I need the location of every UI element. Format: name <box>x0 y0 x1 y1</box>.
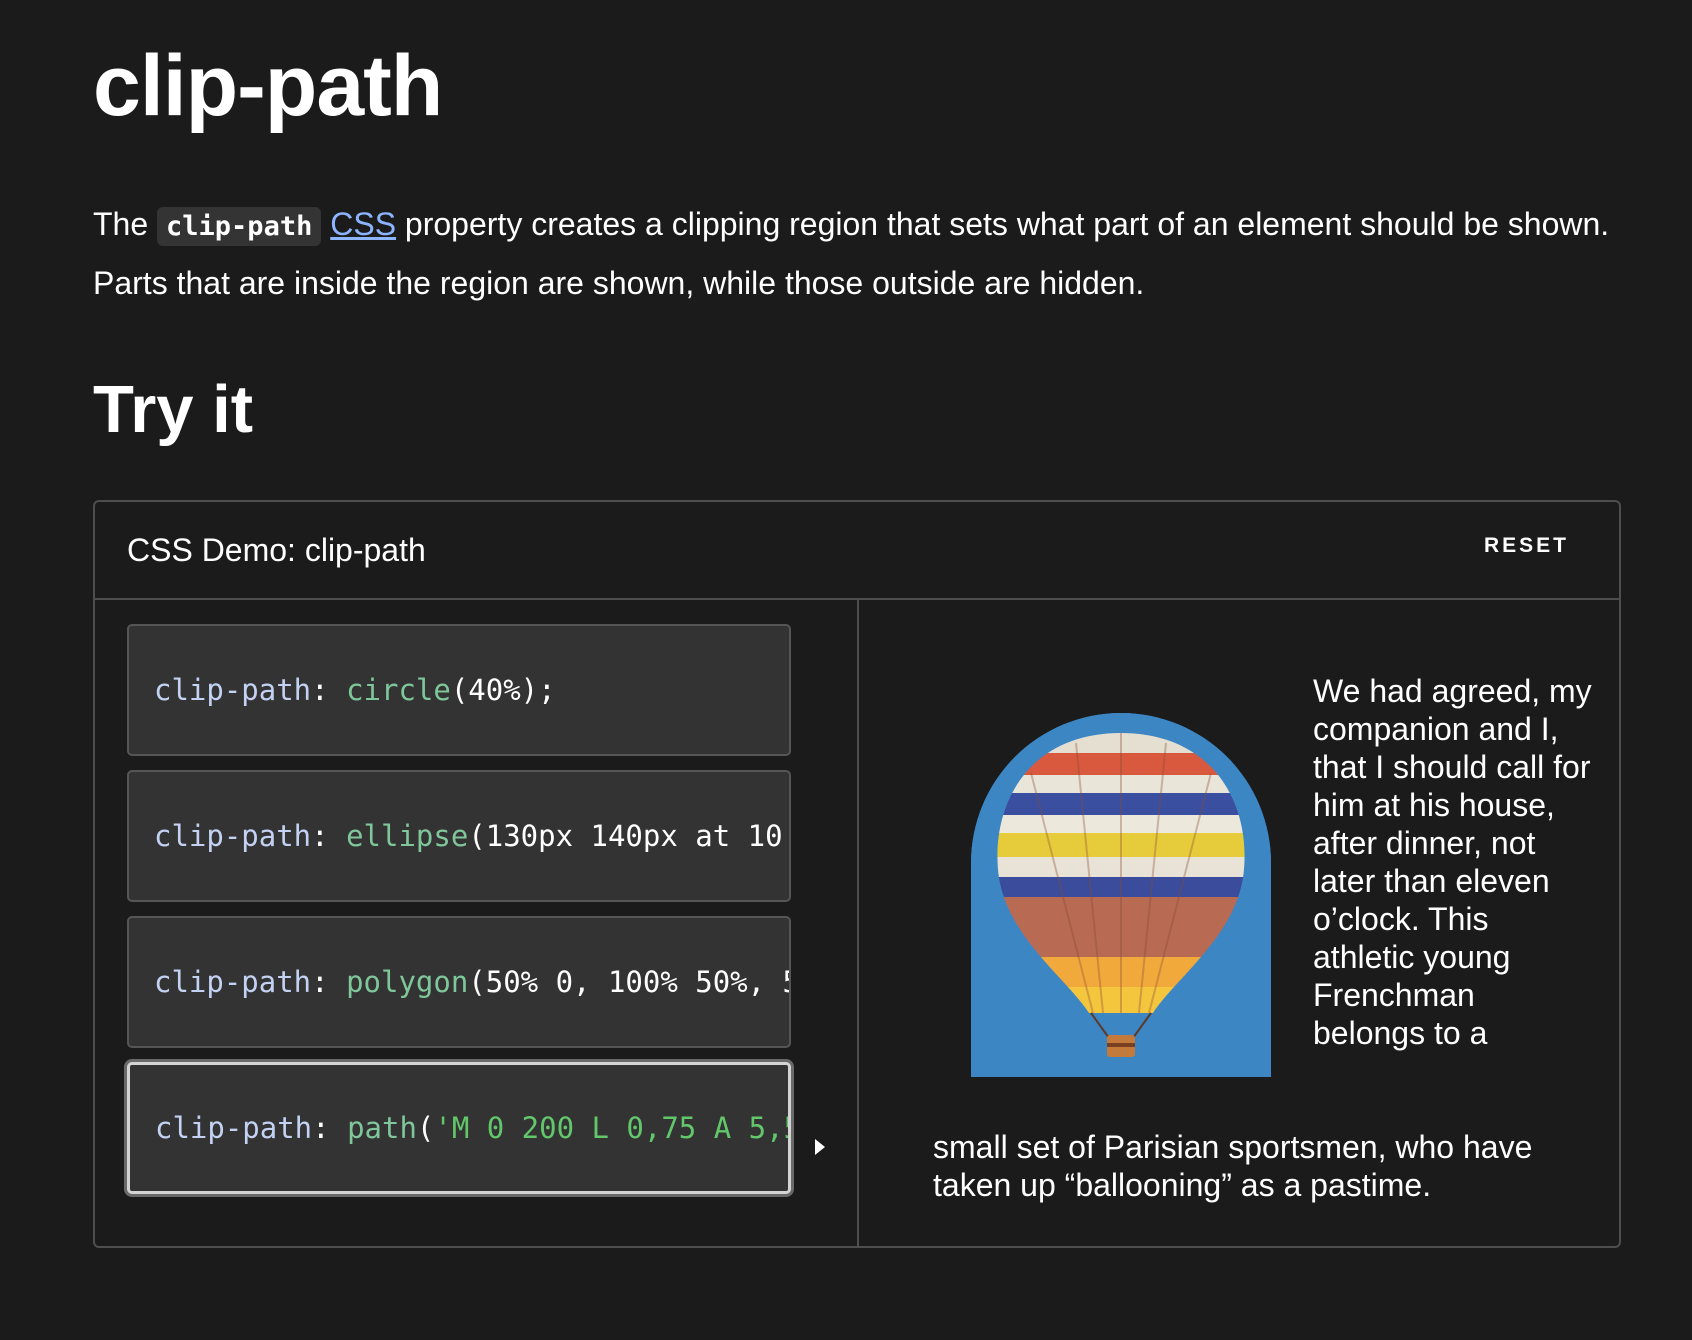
code-property: clip-path <box>154 673 312 707</box>
choice-code: clip-path: path('M 0 200 L 0,75 A 5,5 <box>155 1065 791 1191</box>
page-title: clip-path <box>93 38 443 134</box>
code-colon: : <box>311 673 347 707</box>
demo-header: CSS Demo: clip-path RESET <box>95 502 1619 600</box>
choice-code: clip-path: polygon (50% 0, 100% 50%, 5 <box>154 918 791 1046</box>
reset-button[interactable]: RESET <box>1484 534 1569 558</box>
code-arguments: (40%); <box>450 673 556 707</box>
demo-divider <box>857 600 859 1248</box>
code-function: polygon <box>346 965 469 999</box>
code-colon: : <box>312 1111 348 1145</box>
choice-ellipse[interactable]: clip-path: ellipse (130px 140px at 10 <box>127 770 791 902</box>
css-link[interactable]: CSS <box>330 206 396 242</box>
code-property: clip-path <box>155 1111 313 1145</box>
code-paren: ( <box>416 1111 435 1145</box>
choice-code: clip-path: circle (40%); <box>154 626 556 754</box>
intro-text-rest: property creates a clipping region that … <box>93 206 1610 301</box>
choice-code: clip-path: ellipse (130px 140px at 10 <box>154 772 783 900</box>
code-arguments: (50% 0, 100% 50%, 5 <box>468 965 791 999</box>
choice-polygon[interactable]: clip-path: polygon (50% 0, 100% 50%, 5 <box>127 916 791 1048</box>
output-paragraph-bottom: small set of Parisian sportsmen, who hav… <box>933 1129 1533 1203</box>
code-string: 'M 0 200 L 0,75 A 5,5 <box>434 1111 791 1145</box>
code-property: clip-path <box>154 819 312 853</box>
code-function: ellipse <box>346 819 469 853</box>
code-arguments: (130px 140px at 10 <box>468 819 783 853</box>
choice-path-selected[interactable]: clip-path: path('M 0 200 L 0,75 A 5,5 <box>127 1062 791 1194</box>
code-colon: : <box>311 819 347 853</box>
intro-text-start: The <box>93 206 158 242</box>
css-demo-panel: CSS Demo: clip-path RESET clip-path: cir… <box>93 500 1621 1248</box>
intro-paragraph: The clip-path CSS property creates a cli… <box>93 196 1613 311</box>
code-property: clip-path <box>154 965 312 999</box>
code-colon: : <box>311 965 347 999</box>
selected-arrow-icon <box>815 1139 825 1155</box>
choice-circle[interactable]: clip-path: circle (40%); <box>127 624 791 756</box>
demo-title: CSS Demo: clip-path <box>127 532 426 568</box>
code-function: circle <box>346 673 451 707</box>
balloon-image <box>971 713 1271 1077</box>
output-paragraph-side: We had agreed, my companion and I, that … <box>1313 673 1592 1051</box>
balloon-illustration <box>971 713 1271 1077</box>
try-it-heading: Try it <box>93 372 254 447</box>
code-function: path <box>347 1111 417 1145</box>
intro-code: clip-path <box>157 207 322 246</box>
